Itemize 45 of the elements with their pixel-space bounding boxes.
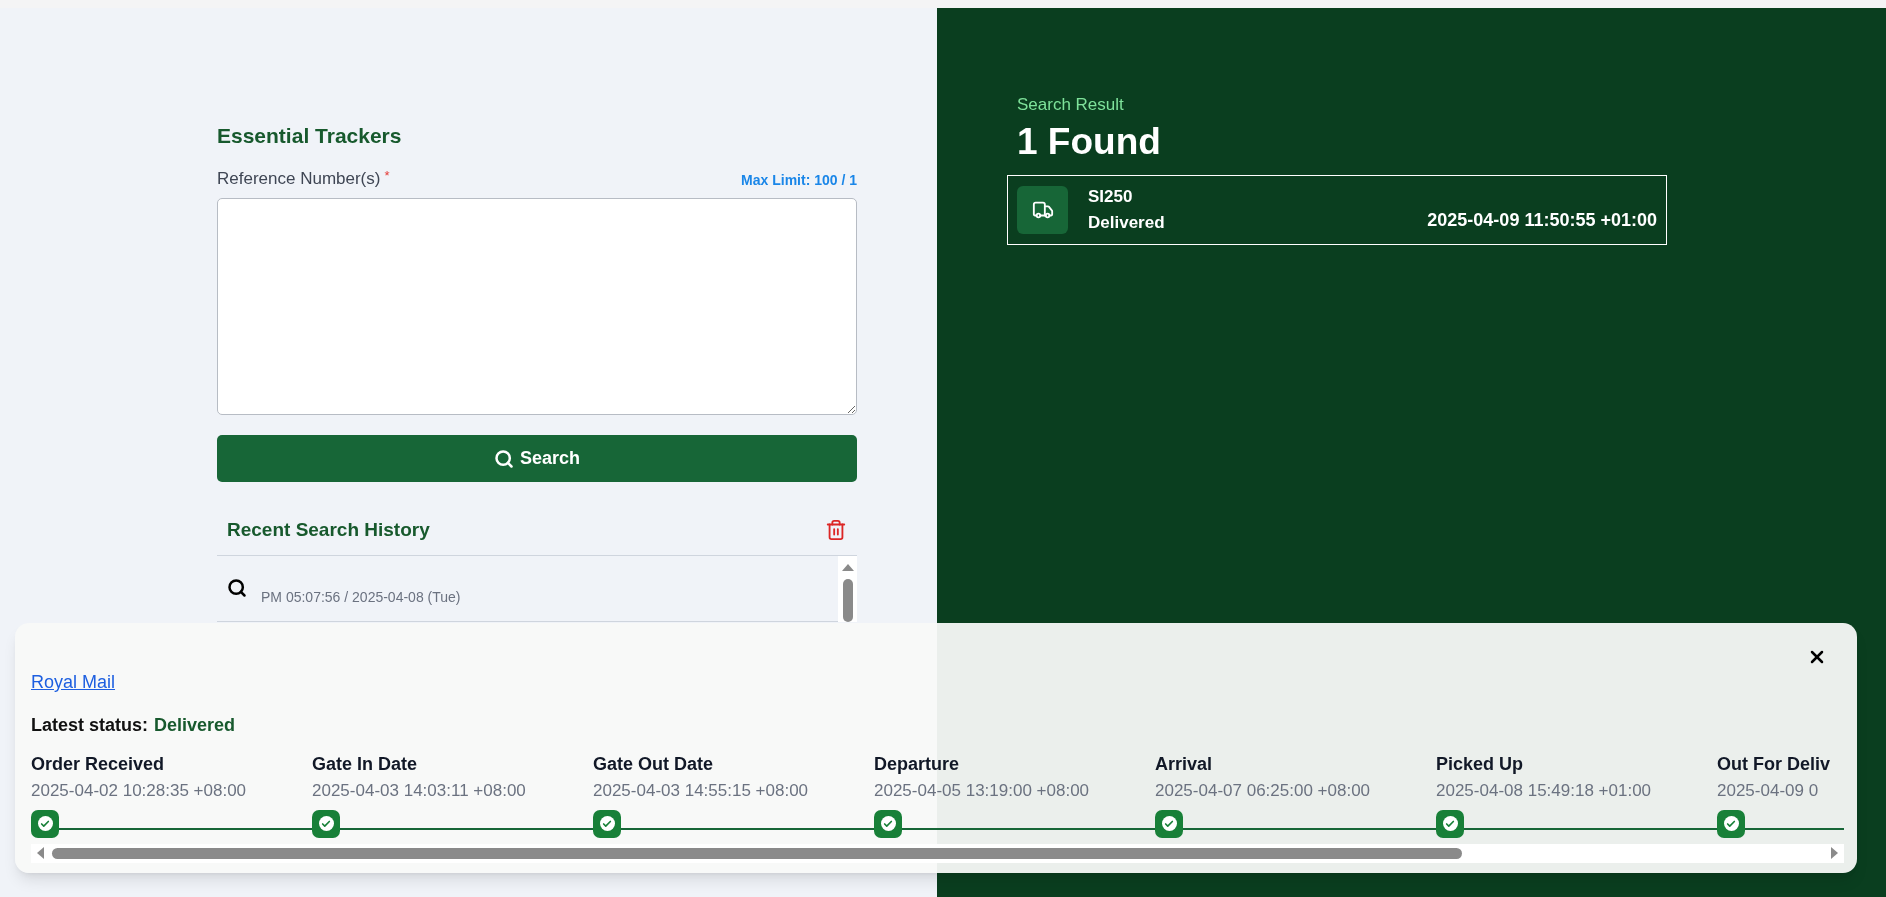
milestone-date: 2025-04-02 10:28:35 +08:00: [31, 780, 248, 802]
result-card[interactable]: SI250 Delivered 2025-04-09 11:50:55 +01:00: [1007, 174, 1667, 245]
result-count: 1 Found: [1017, 119, 1162, 164]
check-icon: [1717, 809, 1745, 838]
check-icon: [593, 809, 621, 838]
shipment-icon: [1017, 185, 1068, 234]
history-title: Recent Search History: [227, 518, 430, 542]
check-icon: [312, 809, 340, 838]
milestone-label: Departure: [874, 753, 961, 776]
search-icon: [227, 578, 247, 598]
milestone-date: 2025-04-03 14:03:11 +08:00: [312, 780, 527, 802]
search-button[interactable]: Search: [217, 435, 857, 482]
limit-text: Max Limit: 100 / 1: [741, 171, 857, 190]
result-eyebrow: Search Result: [1017, 94, 1125, 116]
result-status: Delivered: [1088, 211, 1165, 234]
status-value: Delivered: [154, 714, 236, 737]
reference-input[interactable]: [217, 198, 857, 415]
horizontal-scrollbar[interactable]: [31, 843, 1844, 863]
form-title: Essential Trackers: [217, 123, 403, 149]
check-icon: [1436, 809, 1464, 838]
check-icon: [874, 809, 902, 838]
search-icon: [493, 448, 514, 469]
milestone-date: 2025-04-05 13:19:00 +08:00: [874, 780, 1091, 802]
milestone-label: Gate Out Date: [593, 753, 715, 776]
scrollbar[interactable]: [838, 555, 857, 622]
check-icon: [1155, 809, 1183, 838]
history-item[interactable]: PM 05:07:56 / 2025-04-08 (Tue): [217, 555, 838, 622]
result-time: 2025-04-09 11:50:55 +01:00: [1427, 208, 1657, 232]
history-time: PM 05:07:56 / 2025-04-08 (Tue): [261, 587, 461, 607]
check-icon: [31, 809, 59, 838]
milestone-label: Picked Up: [1436, 753, 1525, 776]
milestone-date: 2025-04-03 14:55:15 +08:00: [593, 780, 810, 802]
required-mark: *: [384, 166, 390, 185]
field-label: Reference Number(s): [217, 167, 381, 190]
milestone-label: Arrival: [1155, 753, 1214, 776]
status-label: Latest status:: [31, 714, 149, 737]
result-reference: SI250: [1088, 186, 1134, 208]
carrier-link[interactable]: Royal Mail: [31, 669, 116, 696]
trash-icon[interactable]: [825, 519, 847, 542]
milestone-label: Out For Deliv: [1717, 753, 1830, 776]
milestone-date: 2025-04-09 0: [1717, 780, 1820, 802]
milestone-date: 2025-04-08 15:49:18 +01:00: [1436, 780, 1653, 802]
milestone-label: Gate In Date: [312, 753, 419, 776]
milestone-date: 2025-04-07 06:25:00 +08:00: [1155, 780, 1372, 802]
milestone-label: Order Received: [31, 753, 166, 776]
